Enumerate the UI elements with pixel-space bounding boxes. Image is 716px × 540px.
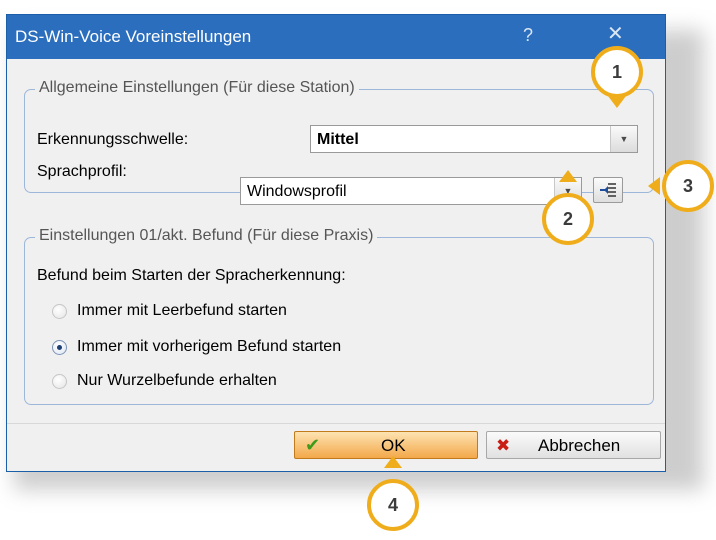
callout-badge-2: 2 — [542, 193, 594, 245]
dialog-body: Allgemeine Einstellungen (Für diese Stat… — [7, 59, 665, 471]
help-button[interactable]: ? — [523, 25, 533, 46]
findings-settings-legend: Einstellungen 01/akt. Befund (Für diese … — [35, 227, 378, 245]
profile-select[interactable]: Windowsprofil ▼ — [240, 177, 582, 205]
callout-2-pointer — [559, 170, 577, 182]
footer-divider — [7, 423, 665, 424]
cancel-button[interactable]: ✖ Abbrechen — [486, 431, 661, 459]
profile-settings-button[interactable] — [593, 177, 623, 203]
callout-4-pointer — [384, 456, 402, 468]
profile-label: Sprachprofil: — [37, 163, 127, 180]
x-icon: ✖ — [496, 436, 511, 455]
list-arrow-icon — [600, 183, 616, 197]
option-previous-finding[interactable]: Immer mit vorherigem Befund starten — [77, 338, 341, 356]
checkmark-icon: ✔ — [305, 435, 321, 455]
title-bar[interactable]: DS-Win-Voice Voreinstellungen ? ✕ — [7, 15, 665, 59]
option-root-findings[interactable]: Nur Wurzelbefunde erhalten — [77, 372, 277, 390]
callout-badge-1: 1 — [591, 46, 643, 98]
radio-previous-finding[interactable] — [52, 340, 67, 355]
callout-badge-3: 3 — [662, 160, 714, 212]
callout-badge-4: 4 — [367, 479, 419, 531]
close-button[interactable]: ✕ — [607, 21, 624, 46]
profile-value: Windowsprofil — [247, 183, 347, 200]
threshold-select[interactable]: Mittel ▼ — [310, 125, 638, 153]
threshold-value: Mittel — [317, 131, 359, 148]
window-title: DS-Win-Voice Voreinstellungen — [15, 27, 252, 46]
radio-root-findings[interactable] — [52, 374, 67, 389]
radio-empty-finding[interactable] — [52, 304, 67, 319]
threshold-label: Erkennungsschwelle: — [37, 131, 189, 148]
option-empty-finding[interactable]: Immer mit Leerbefund starten — [77, 302, 287, 320]
general-settings-legend: Allgemeine Einstellungen (Für diese Stat… — [35, 79, 359, 97]
callout-3-pointer — [648, 177, 660, 195]
findings-prompt: Befund beim Starten der Spracherkennung: — [37, 267, 346, 284]
cancel-button-label: Abbrechen — [538, 436, 621, 455]
ok-button[interactable]: ✔ OK — [294, 431, 478, 459]
ok-button-label: OK — [381, 436, 406, 455]
chevron-down-icon[interactable]: ▼ — [610, 126, 637, 152]
